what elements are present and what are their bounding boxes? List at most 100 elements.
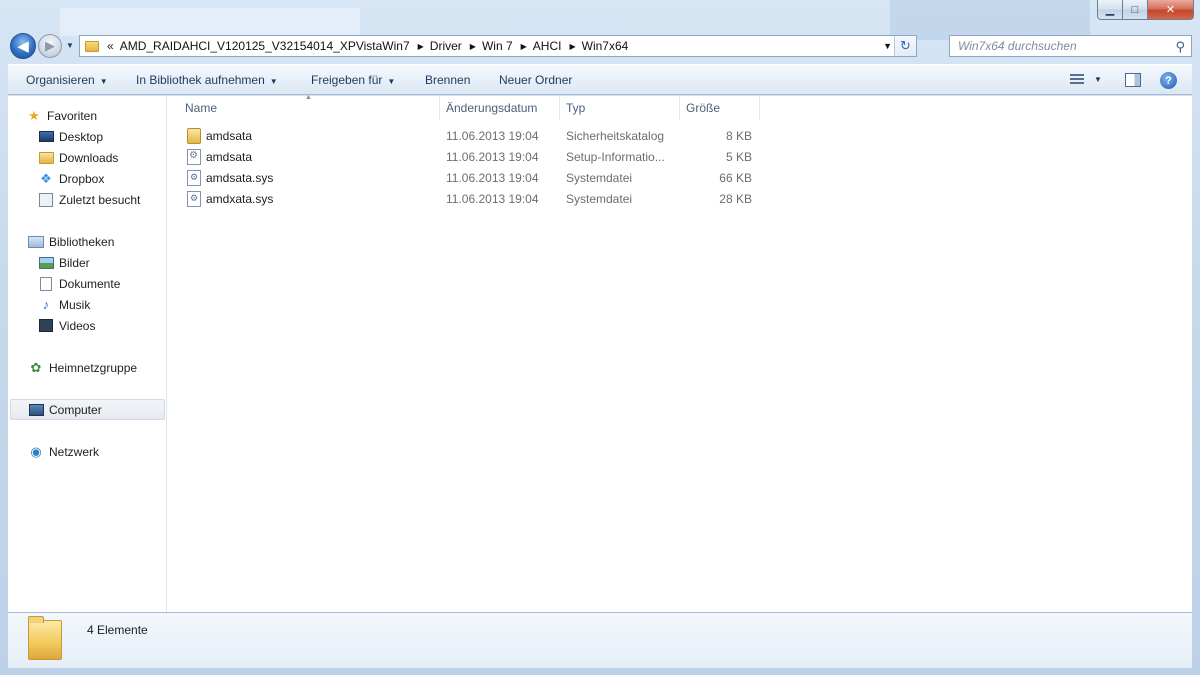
column-divider[interactable] <box>439 96 440 120</box>
file-date: 11.06.2013 19:04 <box>446 129 539 143</box>
recent-pages-button[interactable]: ▼ <box>66 41 74 50</box>
burn-button[interactable]: Brennen <box>425 73 470 87</box>
file-name: amdxata.sys <box>206 192 274 206</box>
sidebar-item-label: Bilder <box>59 255 90 270</box>
back-arrow-icon: ◀ <box>17 38 29 55</box>
breadcrumb-item[interactable]: Win 7 <box>482 39 513 53</box>
column-header-size[interactable]: Größe <box>686 96 720 120</box>
overflow-chevron-icon[interactable]: « <box>107 39 114 53</box>
file-size: 66 KB <box>719 171 752 185</box>
file-date: 11.06.2013 19:04 <box>446 150 539 164</box>
forward-arrow-icon: ▶ <box>45 38 55 53</box>
downloads-folder-icon <box>38 151 54 164</box>
column-header-type[interactable]: Typ <box>566 96 585 120</box>
column-header-date[interactable]: Änderungsdatum <box>446 96 537 120</box>
share-label: Freigeben für <box>311 73 383 87</box>
sidebar-item-network[interactable]: ◉ Netzwerk <box>28 441 186 462</box>
address-bar[interactable]: « AMD_RAIDAHCI_V120125_V32154014_XPVista… <box>79 35 917 57</box>
file-row[interactable]: amdsata 11.06.2013 19:04 Setup-Informati… <box>184 147 764 168</box>
chevron-down-icon: ▼ <box>99 77 108 86</box>
column-header-name[interactable]: Name <box>185 96 217 120</box>
column-divider[interactable] <box>679 96 680 120</box>
item-count: 4 Elemente <box>87 623 148 637</box>
chevron-down-icon: ▼ <box>387 77 396 86</box>
sidebar-item-favorites[interactable]: ★ Favoriten <box>26 105 184 126</box>
close-button[interactable]: ✕ <box>1148 0 1194 20</box>
back-button[interactable]: ◀ <box>10 33 36 59</box>
main-area: ★ Favoriten Desktop Downloads ❖ Dropbox … <box>8 94 1192 612</box>
file-size: 8 KB <box>725 129 752 143</box>
sidebar-item-libraries[interactable]: Bibliotheken <box>28 231 186 252</box>
sidebar-item-homegroup[interactable]: ✿ Heimnetzgruppe <box>28 357 186 378</box>
setup-info-icon <box>187 149 201 165</box>
breadcrumb-item[interactable]: AMD_RAIDAHCI_V120125_V32154014_XPVistaWi… <box>120 39 410 53</box>
sidebar-item-label: Heimnetzgruppe <box>49 360 138 375</box>
libraries-icon <box>28 235 44 248</box>
sidebar-item-label: Downloads <box>59 150 119 165</box>
column-label: Name <box>185 101 218 115</box>
sort-ascending-icon: ▲ <box>305 94 312 101</box>
new-folder-button[interactable]: Neuer Ordner <box>499 73 572 87</box>
network-icon: ◉ <box>30 443 42 459</box>
breadcrumb-item[interactable]: Driver <box>430 39 462 53</box>
file-row[interactable]: amdsata.sys 11.06.2013 19:04 Systemdatei… <box>184 168 764 189</box>
file-type: Setup-Informatio... <box>566 150 665 164</box>
navigation-bar: ◀ ▶ ▼ « AMD_RAIDAHCI_V120125_V32154014_X… <box>8 33 1192 59</box>
include-library-menu[interactable]: In Bibliothek aufnehmen ▼ <box>136 73 278 87</box>
star-icon: ★ <box>28 107 40 123</box>
breadcrumb-item[interactable]: AHCI <box>533 39 562 53</box>
change-view-button[interactable]: ▼ <box>1070 74 1102 84</box>
breadcrumb-separator-icon[interactable]: ▶ <box>470 42 476 51</box>
file-size: 28 KB <box>719 192 752 206</box>
command-bar: Organisieren ▼ In Bibliothek aufnehmen ▼ F… <box>8 64 1192 95</box>
help-icon[interactable]: ? <box>1160 72 1177 89</box>
file-row[interactable]: amdsata 11.06.2013 19:04 Sicherheitskata… <box>184 126 764 147</box>
column-divider[interactable] <box>759 96 760 120</box>
column-label: Typ <box>566 101 586 115</box>
recent-places-icon <box>39 192 53 207</box>
sidebar-item-computer[interactable]: Computer <box>10 399 165 420</box>
close-icon: ✕ <box>1165 4 1176 16</box>
address-dropdown-icon[interactable]: ▼ <box>883 41 892 51</box>
sidebar-item-label: Netzwerk <box>49 444 100 459</box>
refresh-button[interactable]: ↻ <box>894 36 916 56</box>
breadcrumb-separator-icon[interactable]: ▶ <box>418 42 424 51</box>
file-row[interactable]: amdxata.sys 11.06.2013 19:04 Systemdatei… <box>184 189 764 210</box>
file-type: Systemdatei <box>566 192 633 206</box>
breadcrumb-separator-icon[interactable]: ▶ <box>521 42 527 51</box>
folder-icon <box>85 40 99 52</box>
dropbox-icon: ❖ <box>40 170 52 186</box>
sidebar-item-label: Bibliotheken <box>49 234 115 249</box>
sidebar-item-label: Computer <box>49 402 102 417</box>
share-menu[interactable]: Freigeben für ▼ <box>311 73 395 87</box>
column-divider[interactable] <box>559 96 560 120</box>
sidebar-item-label: Dropbox <box>59 171 105 186</box>
column-label: Größe <box>686 101 721 115</box>
minimize-icon: ▁ <box>1105 4 1115 16</box>
forward-button[interactable]: ▶ <box>38 34 62 58</box>
search-icon[interactable]: ⚲ <box>1175 39 1185 55</box>
maximize-button[interactable]: □ <box>1123 0 1148 20</box>
chevron-down-icon: ▼ <box>269 77 278 86</box>
breadcrumb-item[interactable]: Win7x64 <box>582 39 629 53</box>
search-input[interactable]: Win7x64 durchsuchen ⚲ <box>949 35 1192 57</box>
details-pane: 4 Elemente <box>8 612 1192 668</box>
preview-pane-icon[interactable] <box>1125 73 1141 87</box>
file-name: amdsata <box>206 129 253 143</box>
videos-icon <box>39 319 53 332</box>
organize-menu[interactable]: Organisieren ▼ <box>26 73 108 87</box>
documents-icon <box>40 276 52 291</box>
file-date: 11.06.2013 19:04 <box>446 171 539 185</box>
burn-label: Brennen <box>425 73 471 87</box>
file-type: Sicherheitskatalog <box>566 129 665 143</box>
homegroup-icon: ✿ <box>30 359 42 375</box>
breadcrumb-separator-icon[interactable]: ▶ <box>569 42 575 51</box>
navigation-pane[interactable]: ★ Favoriten Desktop Downloads ❖ Dropbox … <box>8 96 167 612</box>
chevron-down-icon: ▼ <box>66 41 74 50</box>
minimize-button[interactable]: ▁ <box>1097 0 1123 20</box>
new-folder-label: Neuer Ordner <box>499 73 573 87</box>
explorer-window: ▁ □ ✕ ◀ ▶ ▼ « AMD_RAIDAHCI_V120125_V3215… <box>0 0 1200 675</box>
file-list[interactable]: ▲ Name Änderungsdatum Typ Größe amdsata … <box>168 94 1192 612</box>
file-type: Systemdatei <box>566 171 633 185</box>
music-icon: ♪ <box>42 297 50 312</box>
